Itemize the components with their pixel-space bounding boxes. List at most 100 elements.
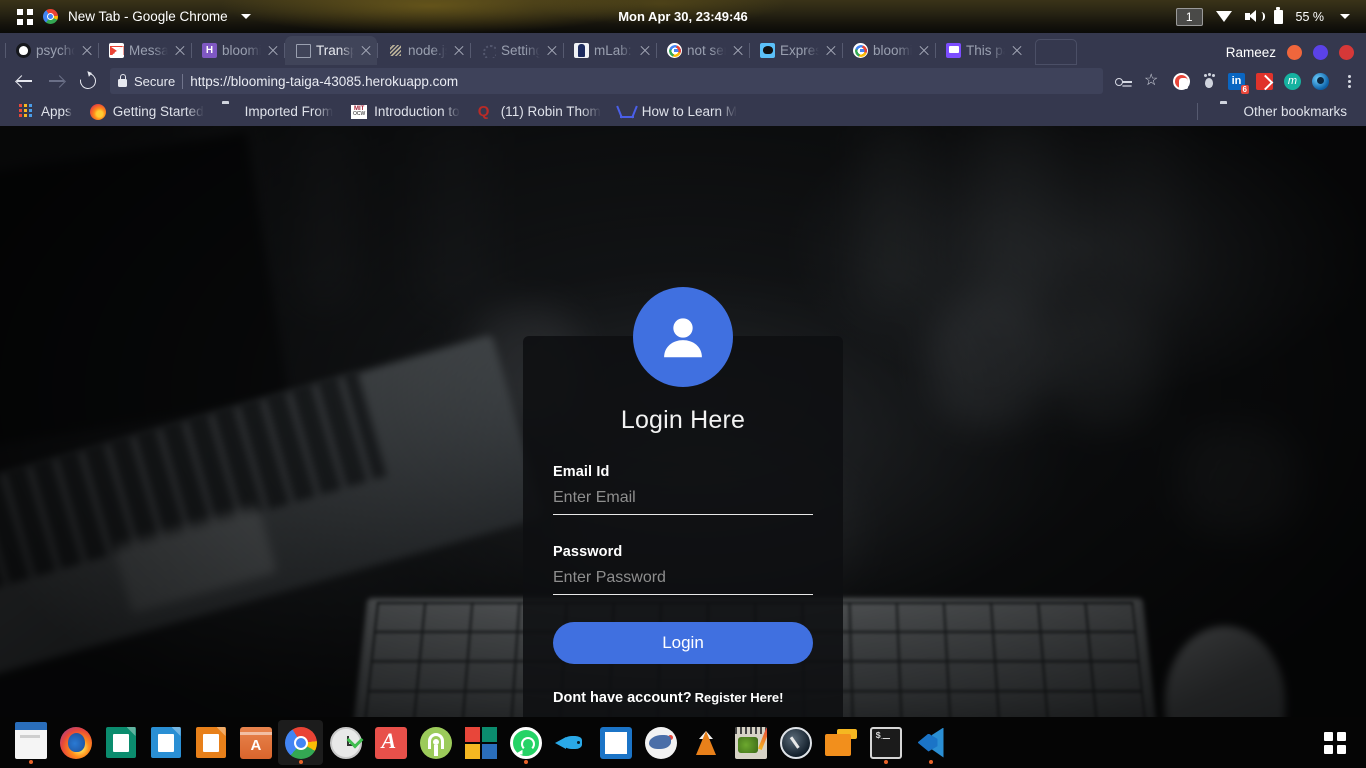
login-card: Login Here Email Id Password Login Dont … <box>523 336 843 717</box>
eye-extension-icon[interactable] <box>1312 72 1329 90</box>
mlab-icon <box>574 43 589 58</box>
security-label: Secure <box>134 73 176 89</box>
linkedin-extension-icon[interactable]: in 6 <box>1228 72 1249 94</box>
os-clock[interactable]: Mon Apr 30, 23:49:46 <box>0 9 1366 24</box>
wifi-icon[interactable] <box>1215 11 1232 22</box>
close-icon[interactable] <box>80 44 94 58</box>
system-menu-chevron-down-icon[interactable] <box>1340 14 1350 19</box>
settings-icon <box>481 43 496 58</box>
close-icon[interactable] <box>452 44 466 58</box>
address-bar[interactable]: Secure https://blooming-taiga-43085.hero… <box>110 68 1103 94</box>
close-icon[interactable] <box>638 44 652 58</box>
browser-tab[interactable]: Expres <box>749 36 842 65</box>
adblock-extension-icon[interactable] <box>1173 72 1190 90</box>
close-icon[interactable] <box>1010 44 1024 58</box>
dock-item-libreoffice-impress[interactable] <box>188 720 233 765</box>
tab-label: psycho <box>36 43 75 58</box>
files-icon <box>14 721 47 759</box>
forward-button[interactable] <box>40 65 72 97</box>
other-bookmarks-button[interactable]: Other bookmarks <box>1211 100 1356 124</box>
dock-item-whatsapp[interactable] <box>503 720 548 765</box>
browser-tab[interactable]: Setting <box>470 36 563 65</box>
chrome-menu-icon[interactable] <box>1340 72 1358 90</box>
battery-icon[interactable] <box>1273 7 1283 24</box>
close-icon[interactable] <box>359 44 373 58</box>
tab-label: Setting <box>501 43 540 58</box>
xmind-icon <box>824 728 857 757</box>
window-controls: Rameez <box>1226 45 1366 65</box>
password-input[interactable] <box>553 560 813 595</box>
browser-tab[interactable]: mLab: <box>563 36 656 65</box>
pocket-extension-icon[interactable] <box>1256 72 1273 90</box>
dock-item-google-chrome[interactable] <box>278 720 323 765</box>
dock-item-shark-app[interactable] <box>638 720 683 765</box>
dock-item-visual-studio-code[interactable] <box>908 720 953 765</box>
profile-name[interactable]: Rameez <box>1226 45 1276 60</box>
browser-tab[interactable]: bloomi <box>842 36 935 65</box>
close-icon[interactable] <box>731 44 745 58</box>
maximize-button[interactable] <box>1313 45 1328 60</box>
bookmark-apps[interactable]: Apps <box>10 100 81 124</box>
browser-tab[interactable]: psycho <box>5 36 98 65</box>
workspace-badge[interactable]: 1 <box>1175 7 1203 26</box>
dock-item-clock[interactable] <box>323 720 368 765</box>
apps-grid-icon <box>19 104 34 119</box>
close-icon[interactable] <box>266 44 280 58</box>
browser-tab[interactable]: This pa <box>935 36 1028 65</box>
reload-button[interactable] <box>72 65 104 97</box>
dock-item-android-studio[interactable] <box>413 720 458 765</box>
dock-item-brackets[interactable] <box>593 720 638 765</box>
tab-label: Transp <box>316 43 354 58</box>
back-button[interactable] <box>8 65 40 97</box>
tab-label: Messag <box>129 43 168 58</box>
dock-item-vlc[interactable] <box>683 720 728 765</box>
close-icon[interactable] <box>545 44 559 58</box>
browser-tab[interactable]: Messag <box>98 36 191 65</box>
toolbar-actions: ☆ in 6 m <box>1109 72 1358 94</box>
dock-item-microsoft-apps[interactable] <box>458 720 503 765</box>
show-applications-button[interactable] <box>1324 731 1358 754</box>
dock-item-files[interactable] <box>8 720 53 765</box>
browser-tab[interactable]: node.js <box>377 36 470 65</box>
close-button[interactable] <box>1339 45 1354 60</box>
tab-label: This pa <box>966 43 1005 58</box>
browser-tab[interactable]: H bloomi <box>191 36 284 65</box>
dock-item-libreoffice-writer[interactable] <box>143 720 188 765</box>
google-icon <box>667 43 682 58</box>
ghostery-extension-icon[interactable] <box>1201 73 1217 89</box>
register-link[interactable]: Register Here! <box>695 690 784 705</box>
dock-item-xmind[interactable] <box>818 720 863 765</box>
dock-item-wireshark[interactable] <box>548 720 593 765</box>
password-key-icon[interactable] <box>1115 72 1133 90</box>
close-icon[interactable] <box>173 44 187 58</box>
close-icon[interactable] <box>824 44 838 58</box>
minimize-button[interactable] <box>1287 45 1302 60</box>
dock-item-firefox[interactable] <box>53 720 98 765</box>
new-tab-button[interactable] <box>1035 39 1077 65</box>
volume-icon[interactable] <box>1244 10 1265 23</box>
email-input[interactable] <box>553 480 813 515</box>
bookmark-star-icon[interactable]: ☆ <box>1144 72 1162 90</box>
bookmark-label: Introduction to <box>374 104 460 119</box>
bookmark-item[interactable]: Imported From <box>213 100 343 124</box>
lock-icon <box>118 74 127 87</box>
dock-item-terminal[interactable]: $_ <box>863 720 908 765</box>
momentum-extension-icon[interactable]: m <box>1284 72 1301 90</box>
dock-item-acrobat-reader[interactable]: A <box>368 720 413 765</box>
bookmark-label: (11) Robin Thom <box>500 104 601 119</box>
dock-item-gimp[interactable] <box>728 720 773 765</box>
bookmark-item[interactable]: Getting Started <box>81 100 213 124</box>
bookmark-label: How to Learn M <box>641 104 738 119</box>
mit-ocw-icon: MIT OCW <box>351 104 368 119</box>
dock-item-libreoffice-calc[interactable] <box>98 720 143 765</box>
login-button[interactable]: Login <box>553 622 813 664</box>
dock-item-speedtest[interactable] <box>773 720 818 765</box>
close-icon[interactable] <box>917 44 931 58</box>
browser-tab[interactable]: not ser <box>656 36 749 65</box>
bookmark-item[interactable]: How to Learn M <box>610 100 746 124</box>
back-arrow-icon <box>16 73 33 90</box>
bookmark-item[interactable]: MIT OCW Introduction to <box>342 100 469 124</box>
bookmark-item[interactable]: Q (11) Robin Thom <box>469 100 610 124</box>
browser-tab-active[interactable]: Transp <box>284 36 377 65</box>
dock-item-software-center[interactable]: A <box>233 720 278 765</box>
